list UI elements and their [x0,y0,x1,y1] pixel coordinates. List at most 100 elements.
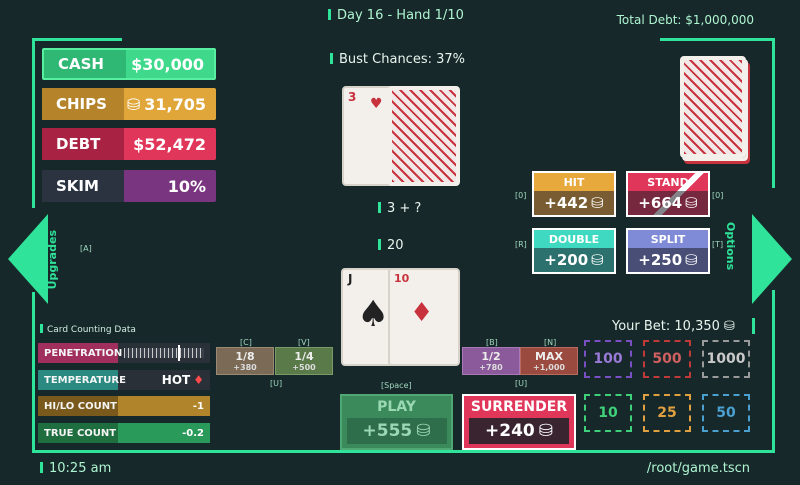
temperature-row: TEMPERATURE HOT ♦ [38,370,210,390]
chip-100-button[interactable]: 100 [584,340,632,378]
frame-left-lower [32,292,35,452]
chip-1000-button[interactable]: 1000 [702,340,750,378]
chip-icon: ⛁ [538,421,553,441]
dealer-card-back [388,86,460,186]
frame-bottom [32,450,775,453]
card-counting-title: Card Counting Data [40,324,136,335]
frame-top-left [32,38,122,41]
upgrades-key: [A] [80,244,92,253]
one-quarter-button[interactable]: 1/4 +500 [275,347,333,375]
dealer-total: 3 + ? [378,201,421,216]
skim-value: 10% [167,176,206,196]
hit-key: [0] [515,191,527,200]
one-quarter-label: 1/4 [294,350,314,363]
max-sub: +1,000 [532,363,565,372]
ten-rank: 10 [394,272,410,285]
penetration-label: PENETRATION [38,343,122,363]
diamond-suit-icon: ♦ [410,298,434,328]
chip-icon: ⛁ [685,251,698,269]
debt-label: DEBT [42,128,124,160]
hit-value: +442 ⛁ [534,191,614,215]
dealer-card-rank: 3 [348,90,357,104]
max-label: MAX [535,350,563,363]
day-hand-label: Day 16 - Hand 1/10 [328,8,464,23]
one-half-sub: +780 [479,363,503,372]
left-fraction-key: [U] [270,379,283,388]
options-arrow-button[interactable] [748,214,794,304]
chip-icon: ⛁ [685,194,698,212]
chips-value: ⛁ 31,705 [124,88,216,120]
one-half-button[interactable]: 1/2 +780 [462,347,520,375]
deck-icon [680,56,746,158]
surrender-label: SURRENDER [470,399,568,415]
one-half-key: [B] [486,338,498,347]
chip-500-button[interactable]: 500 [643,340,691,378]
your-bet-label: Your Bet: 10,350 ⛁ [612,319,735,334]
jack-rank: J [348,272,353,286]
stand-button[interactable]: STAND +664 ⛁ [626,171,710,217]
heart-suit-icon: ♥ [370,96,383,112]
frame-left-upper [32,38,35,208]
upgrades-label: Upgrades [46,230,59,290]
play-label: PLAY [377,399,416,415]
one-half-label: 1/2 [481,350,501,363]
one-quarter-sub: +500 [292,363,316,372]
chip-icon: ⛁ [416,421,431,441]
double-key: [R] [515,240,527,249]
chip-10-button[interactable]: 10 [584,394,632,432]
split-label: SPLIT [650,232,686,246]
play-value: +555 ⛁ [346,418,447,444]
frame-right-upper [772,38,775,188]
game-screen: Day 16 - Hand 1/10 Total Debt: $1,000,00… [0,0,800,485]
temperature-label: TEMPERATURE [38,370,126,390]
skim-label: SKIM [42,170,124,202]
one-eighth-button[interactable]: 1/8 +380 [216,347,274,375]
temperature-value: HOT ♦ [161,373,204,387]
penetration-row: PENETRATION [38,343,210,363]
chips-label: CHIPS [42,88,124,120]
hit-button[interactable]: HIT +442 ⛁ [532,171,616,217]
chip-icon: ⛁ [591,251,604,269]
true-count-value: -0.2 [182,427,204,439]
penetration-marker [178,345,181,361]
cash-value: $30,000 [131,54,204,74]
arrow-left-icon [8,214,48,304]
spade-suit-icon: ♠ [357,294,390,335]
play-key: [Space] [381,381,412,390]
arrow-right-icon [752,214,792,304]
bust-chances-label: Bust Chances: 37% [330,52,465,67]
stand-value: +664 ⛁ [628,191,708,215]
chips-stat: CHIPS ⛁ 31,705 [42,88,216,120]
play-button[interactable]: PLAY +555 ⛁ [340,394,453,450]
surrender-value: +240 ⛁ [469,418,569,444]
clock-label: 10:25 am [40,461,111,476]
player-total: 20 [378,238,404,253]
double-value: +200 ⛁ [534,248,614,272]
chip-icon: ⛁ [591,194,604,212]
chip-25-button[interactable]: 25 [643,394,691,432]
true-count-label: TRUE COUNT [38,423,118,443]
one-quarter-key: [V] [298,338,310,347]
one-eighth-label: 1/8 [235,350,255,363]
chip-stack-icon: ⛁ [723,319,735,334]
debt-value: $52,472 [133,134,206,154]
true-count-row: TRUE COUNT -0.2 [38,423,210,443]
split-value: +250 ⛁ [628,248,708,272]
double-label: DOUBLE [548,232,600,246]
chip-50-button[interactable]: 50 [702,394,750,432]
your-bet-bar [752,318,755,334]
file-path-label: /root/game.tscn [646,461,750,476]
skim-stat: SKIM 10% [42,170,216,202]
total-debt-label: Total Debt: $1,000,000 [616,13,754,27]
chip-stack-icon: ⛁ [126,94,141,114]
player-card-ten: 10 ♦ [388,268,460,366]
double-button[interactable]: DOUBLE +200 ⛁ [532,228,616,274]
hilo-row: HI/LO COUNT -1 [38,396,210,416]
surrender-button[interactable]: SURRENDER +240 ⛁ [462,394,576,450]
max-button[interactable]: MAX +1,000 [520,347,578,375]
split-key: [T] [712,240,724,249]
options-label: Options [724,222,737,271]
debt-stat: DEBT $52,472 [42,128,216,160]
split-button[interactable]: SPLIT +250 ⛁ [626,228,710,274]
cash-label: CASH [44,50,126,78]
